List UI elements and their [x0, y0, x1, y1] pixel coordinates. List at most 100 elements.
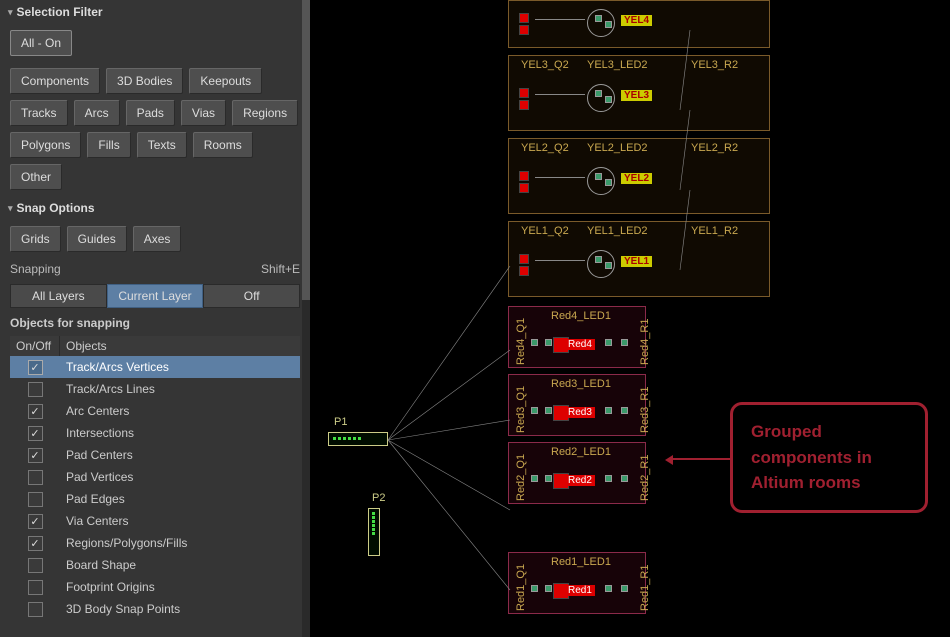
snap-checkbox[interactable] [28, 492, 43, 507]
filter-rooms-button[interactable]: Rooms [193, 132, 253, 158]
selection-filter-header[interactable]: Selection Filter [0, 0, 310, 24]
filter-components-button[interactable]: Components [10, 68, 100, 94]
filter-arcs-button[interactable]: Arcs [74, 100, 120, 126]
pad [621, 585, 628, 592]
snap-object-label: Regions/Polygons/Fills [60, 534, 300, 552]
filter-other-button[interactable]: Other [10, 164, 62, 190]
scrollbar-thumb[interactable] [302, 0, 310, 300]
room-led-label: Red3_LED1 [551, 378, 611, 390]
pad [605, 96, 612, 103]
designator: Red2 [565, 475, 595, 486]
snap-object-row[interactable]: Pad Edges [10, 488, 300, 510]
room-led-label: YEL1_LED2 [587, 225, 648, 237]
snap-object-label: 3D Body Snap Points [60, 600, 300, 618]
room-q-label: YEL1_Q2 [521, 225, 569, 237]
snap-object-row[interactable]: ✓ Regions/Polygons/Fills [10, 532, 300, 554]
snap-object-label: Pad Edges [60, 490, 300, 508]
pad [531, 585, 538, 592]
snap-object-row[interactable]: ✓Intersections [10, 422, 300, 444]
snap-object-row[interactable]: 3D Body Snap Points [10, 598, 300, 620]
snap-object-row[interactable]: ✓ Pad Centers [10, 444, 300, 466]
pad [519, 254, 529, 264]
selection-filter-title: Selection Filter [17, 5, 103, 19]
snap-checkbox[interactable]: ✓ [28, 448, 43, 463]
snap-off-button[interactable]: Off [203, 284, 300, 308]
snap-button-group: Grids Guides Axes [0, 220, 310, 258]
filter-pads-button[interactable]: Pads [126, 100, 175, 126]
snap-object-label: Footprint Origins [60, 578, 300, 596]
snap-axes-button[interactable]: Axes [133, 226, 182, 252]
snap-object-row[interactable]: ✓Arc Centers [10, 400, 300, 422]
snap-checkbox[interactable]: ✓ [28, 514, 43, 529]
snap-object-label: Track/Arcs Lines [60, 380, 300, 398]
panel-scrollbar[interactable] [302, 0, 310, 637]
callout-text: Grouped components in Altium rooms [751, 422, 872, 492]
filter-regions-button[interactable]: Regions [232, 100, 298, 126]
pad [605, 475, 612, 482]
red-room[interactable]: Red3_Q1Red3_LED1Red3_R1Red3 [508, 374, 646, 436]
p1-component[interactable] [328, 432, 388, 446]
trace [535, 94, 585, 95]
pcb-canvas[interactable]: YEL4YEL3_Q2YEL3_LED2YEL3_R2YEL3YEL2_Q2YE… [310, 0, 950, 637]
filter-texts-button[interactable]: Texts [137, 132, 187, 158]
room-q-label: Red2_Q1 [515, 454, 527, 501]
p1-label: P1 [334, 416, 347, 428]
snap-guides-button[interactable]: Guides [67, 226, 127, 252]
red-room[interactable]: Red4_Q1Red4_LED1Red4_R1Red4 [508, 306, 646, 368]
snap-checkbox[interactable]: ✓ [28, 536, 43, 551]
snap-current-layer-button[interactable]: Current Layer [107, 284, 204, 308]
yel-room[interactable]: YEL1_Q2YEL1_LED2YEL1_R2YEL1 [508, 221, 770, 297]
snap-all-layers-button[interactable]: All Layers [10, 284, 107, 308]
designator: Red1 [565, 585, 595, 596]
properties-panel: Selection Filter All - On Components 3D … [0, 0, 310, 637]
pad [621, 339, 628, 346]
filter-tracks-button[interactable]: Tracks [10, 100, 68, 126]
designator: YEL1 [621, 256, 652, 267]
pad [531, 475, 538, 482]
yel-room[interactable]: YEL4 [508, 0, 770, 48]
designator: YEL4 [621, 15, 652, 26]
pad [545, 339, 552, 346]
snap-object-row[interactable]: Track/Arcs Lines [10, 378, 300, 400]
pad [605, 585, 612, 592]
snap-object-row[interactable]: ✓ Track/Arcs Vertices [10, 356, 300, 378]
pad [595, 173, 602, 180]
filter-3d-bodies-button[interactable]: 3D Bodies [106, 68, 183, 94]
red-room[interactable]: Red1_Q1Red1_LED1Red1_R1Red1 [508, 552, 646, 614]
filter-polygons-button[interactable]: Polygons [10, 132, 81, 158]
snap-object-label: Pad Vertices [60, 468, 300, 486]
col-objects: Objects [60, 336, 300, 356]
room-q-label: YEL2_Q2 [521, 142, 569, 154]
yel-room[interactable]: YEL3_Q2YEL3_LED2YEL3_R2YEL3 [508, 55, 770, 131]
p2-component[interactable] [368, 508, 380, 556]
snap-object-label: Pad Centers [60, 446, 300, 464]
snap-objects-table: On/Off Objects ✓ Track/Arcs Vertices Track… [10, 336, 300, 620]
red-room[interactable]: Red2_Q1Red2_LED1Red2_R1Red2 [508, 442, 646, 504]
filter-all-on-button[interactable]: All - On [10, 30, 72, 56]
room-r-label: YEL3_R2 [691, 59, 738, 71]
snap-object-row[interactable]: ✓Via Centers [10, 510, 300, 532]
room-q-label: Red4_Q1 [515, 318, 527, 365]
pad [519, 88, 529, 98]
filter-fills-button[interactable]: Fills [87, 132, 130, 158]
pad [545, 407, 552, 414]
snap-options-header[interactable]: Snap Options [0, 196, 310, 220]
filter-vias-button[interactable]: Vias [181, 100, 226, 126]
snap-object-row[interactable]: Pad Vertices [10, 466, 300, 488]
snap-object-row[interactable]: Board Shape [10, 554, 300, 576]
snap-checkbox[interactable] [28, 580, 43, 595]
room-q-label: Red1_Q1 [515, 564, 527, 611]
snap-checkbox[interactable]: ✓ [28, 404, 43, 419]
snap-object-row[interactable]: Footprint Origins [10, 576, 300, 598]
snap-checkbox[interactable]: ✓ [28, 426, 43, 441]
snap-checkbox[interactable]: ✓ [28, 360, 43, 375]
snap-grids-button[interactable]: Grids [10, 226, 61, 252]
filter-keepouts-button[interactable]: Keepouts [189, 68, 262, 94]
snap-checkbox[interactable] [28, 470, 43, 485]
snap-checkbox[interactable] [28, 602, 43, 617]
snap-checkbox[interactable] [28, 382, 43, 397]
snap-objects-header: On/Off Objects [10, 336, 300, 356]
snap-checkbox[interactable] [28, 558, 43, 573]
snap-object-label: Track/Arcs Vertices [60, 358, 300, 376]
yel-room[interactable]: YEL2_Q2YEL2_LED2YEL2_R2YEL2 [508, 138, 770, 214]
